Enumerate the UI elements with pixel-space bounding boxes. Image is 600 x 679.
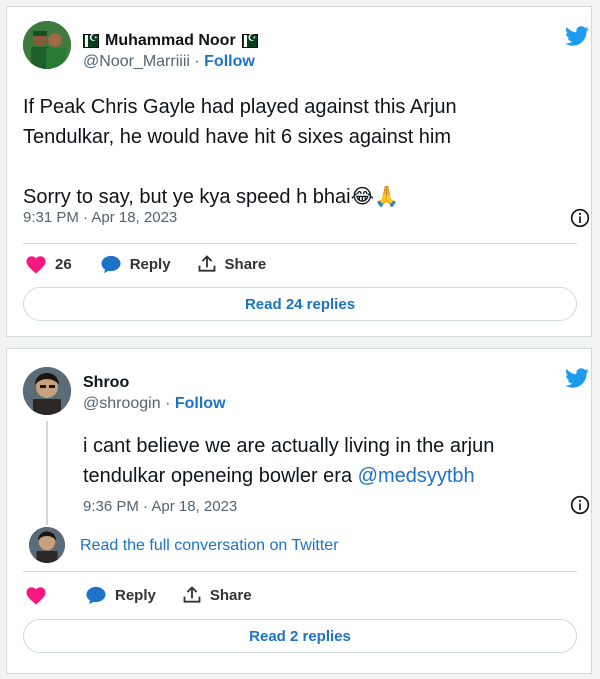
- author-name-row: Muhammad Noor: [83, 32, 258, 50]
- speech-bubble-icon: [101, 255, 121, 274]
- share-upload-icon: [198, 255, 215, 272]
- action-bar: 26 Reply Share: [25, 254, 266, 274]
- info-icon[interactable]: [570, 208, 590, 228]
- read-replies-button[interactable]: Read 2 replies: [23, 619, 577, 653]
- author-handle[interactable]: @shroogin: [83, 395, 161, 412]
- reply-label: Reply: [115, 586, 156, 604]
- share-button[interactable]: Share: [182, 585, 252, 605]
- author-name-row: Shroo: [83, 374, 129, 392]
- info-icon[interactable]: [570, 495, 590, 515]
- separator-dot: ·: [194, 53, 200, 70]
- action-bar: Reply Share: [25, 585, 252, 605]
- divider: [23, 243, 577, 244]
- handle-row: @shroogin · Follow: [83, 395, 226, 413]
- like-button[interactable]: 26: [25, 254, 72, 274]
- heart-icon: [26, 587, 46, 605]
- author-handle[interactable]: @Noor_Marriiii: [83, 53, 190, 70]
- twitter-bird-icon[interactable]: [563, 366, 591, 390]
- follow-button[interactable]: Follow: [204, 53, 255, 70]
- pakistan-flag-icon: [83, 33, 99, 48]
- avatar[interactable]: [23, 21, 71, 69]
- author-name[interactable]: Muhammad Noor: [105, 32, 236, 50]
- share-upload-icon: [183, 586, 201, 603]
- reply-label: Reply: [129, 255, 171, 273]
- avatar[interactable]: [23, 367, 71, 415]
- separator-dot: ·: [165, 395, 171, 412]
- follow-button[interactable]: Follow: [175, 395, 226, 412]
- like-count: 26: [55, 255, 72, 273]
- read-replies-button[interactable]: Read 24 replies: [23, 287, 577, 321]
- tweet-text: i cant believe we are actually living in…: [83, 431, 553, 491]
- pakistan-flag-icon: [241, 33, 258, 48]
- read-conversation-link[interactable]: Read the full conversation on Twitter: [80, 537, 339, 555]
- avatar-small[interactable]: [29, 527, 65, 563]
- share-label: Share: [224, 255, 267, 273]
- reply-button[interactable]: Reply: [100, 254, 171, 274]
- tweet-card-2: Shroo @shroogin · Follow i cant believe …: [6, 348, 592, 674]
- heart-icon: [26, 256, 46, 274]
- tweet-text: If Peak Chris Gayle had played against t…: [23, 96, 457, 208]
- handle-row: @Noor_Marriiii · Follow: [83, 53, 255, 71]
- author-name[interactable]: Shroo: [83, 374, 129, 392]
- like-button[interactable]: [25, 585, 47, 605]
- thread-line: [46, 421, 48, 525]
- tweet-card-1: Muhammad Noor @Noor_Marriiii · Follow If…: [6, 6, 592, 337]
- timestamp[interactable]: 9:36 PM · Apr 18, 2023: [83, 498, 237, 515]
- share-label: Share: [209, 586, 252, 604]
- mention-link[interactable]: @medsyytbh: [358, 465, 475, 487]
- divider: [23, 571, 577, 572]
- timestamp[interactable]: 9:31 PM · Apr 18, 2023: [23, 209, 177, 226]
- share-button[interactable]: Share: [197, 254, 267, 274]
- reply-button[interactable]: Reply: [85, 585, 156, 605]
- twitter-bird-icon[interactable]: [563, 24, 591, 48]
- speech-bubble-icon: [86, 586, 106, 605]
